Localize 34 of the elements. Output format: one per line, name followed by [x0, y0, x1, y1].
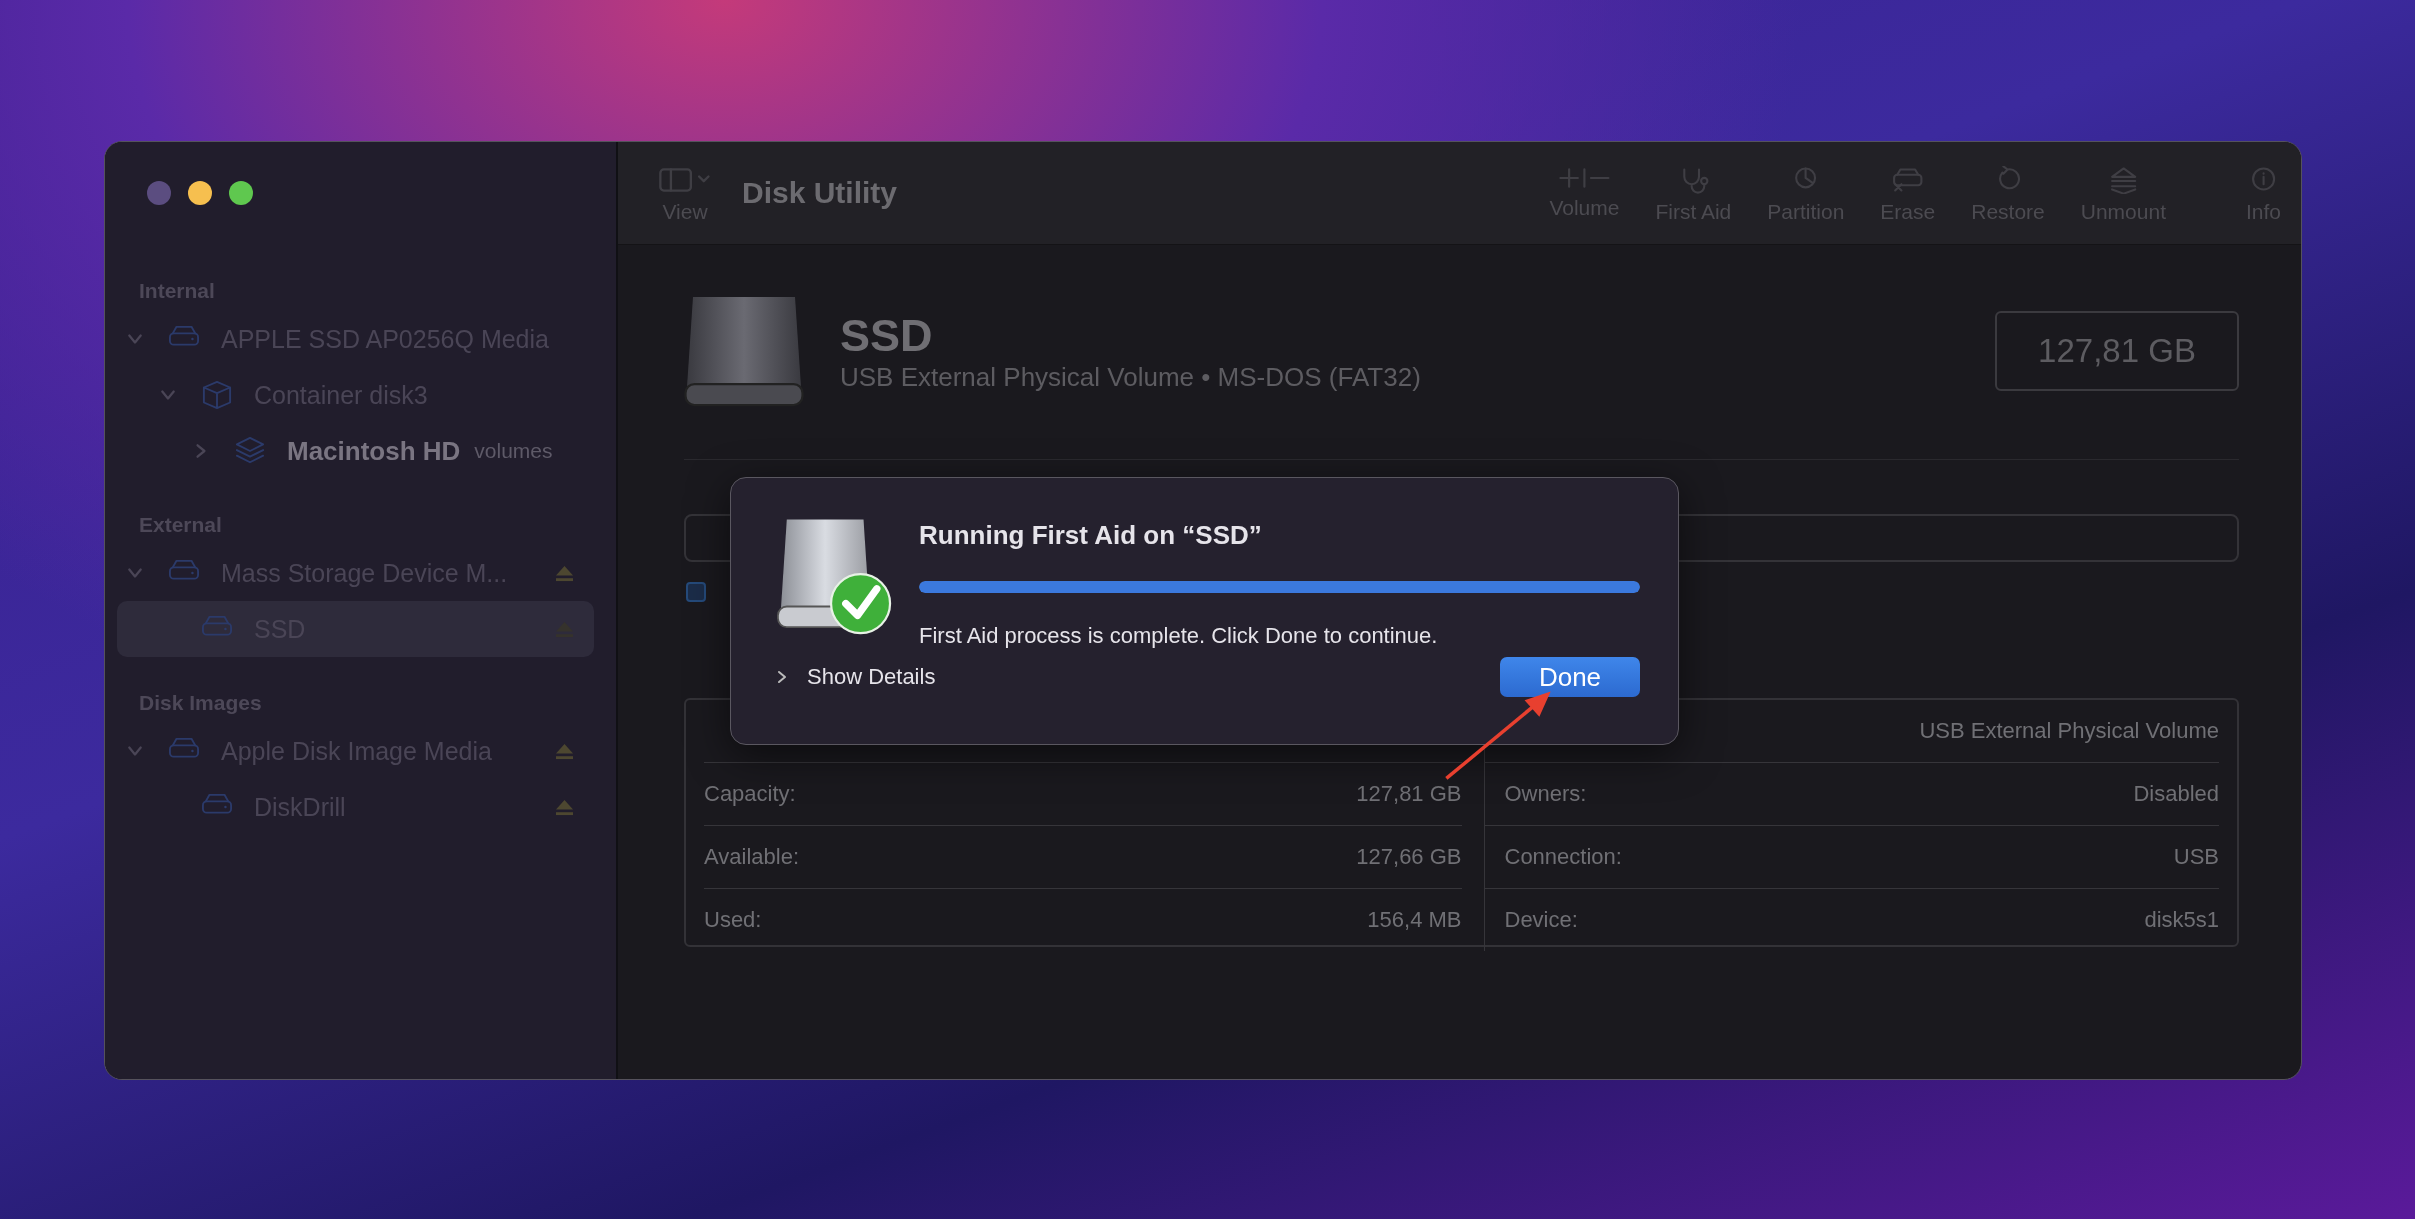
legend-swatch	[686, 582, 706, 602]
done-button[interactable]: Done	[1500, 657, 1640, 697]
sidebar-toggle-icon	[658, 166, 712, 194]
erase-drive-icon	[1892, 166, 1924, 194]
window-title: Disk Utility	[741, 175, 898, 210]
drive-checkmark-icon	[775, 518, 893, 636]
info-value: Disabled	[1840, 763, 2219, 826]
unmount-icon	[2109, 166, 2137, 194]
zoom-button[interactable]	[229, 181, 253, 205]
info-label: Available:	[704, 826, 1083, 889]
cube-icon	[200, 380, 234, 410]
info-value: 156,4 MB	[1366, 906, 1462, 934]
volume-name: SSD	[840, 309, 934, 362]
info-value: USB External Physical Volume	[1840, 700, 2219, 763]
info-value: 127,81 GB	[1082, 763, 1462, 826]
volume-description: USB External Physical Volume • MS-DOS (FAT32)	[840, 361, 1421, 393]
info-value: 127,66 GB	[1082, 826, 1462, 889]
sidebar-item[interactable]: Macintosh HD volumes	[117, 423, 594, 479]
info-label: Owners:	[1483, 763, 1841, 826]
layers-icon	[233, 436, 267, 466]
info-label: Device:	[1483, 889, 1841, 951]
dialog-message: First Aid process is complete. Click Done to continue.	[919, 623, 1439, 649]
info-label: Used:	[704, 906, 763, 934]
info-value: disk5s1	[2143, 906, 2219, 934]
plus-minus-icon	[1558, 166, 1611, 190]
volume-count-label: volumes	[474, 439, 553, 463]
minimize-button[interactable]	[188, 181, 212, 205]
volume-size: 127,81 GB	[1995, 311, 2239, 391]
info-value: USB	[1840, 826, 2219, 889]
chevron-right-icon	[775, 670, 789, 684]
show-details-toggle[interactable]: Show Details	[775, 664, 936, 690]
dialog-title: Running First Aid on “SSD”	[919, 520, 1263, 551]
info-label: Capacity:	[704, 763, 1083, 826]
info-label: Connection:	[1483, 826, 1841, 889]
